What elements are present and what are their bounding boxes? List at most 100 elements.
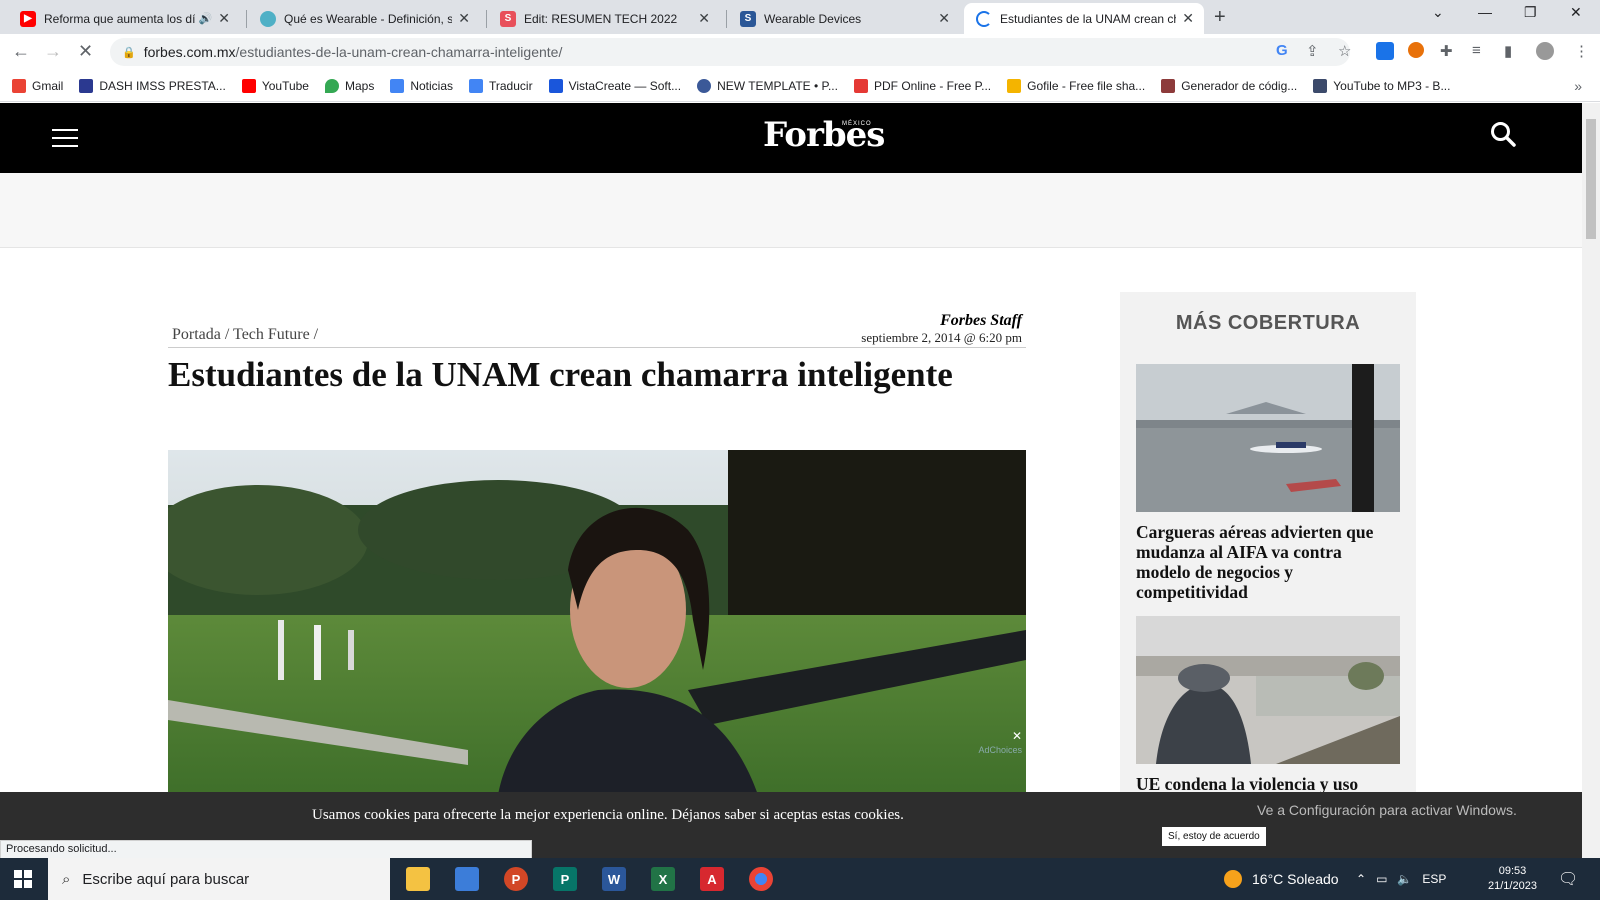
gofile-icon	[1007, 78, 1022, 93]
bookmark-label: Generador de códig...	[1181, 78, 1298, 93]
tab-youtube[interactable]: ▶ Reforma que aumenta los dí 🔊 ✕	[8, 3, 240, 34]
stop-icon[interactable]: ✕	[78, 41, 93, 62]
network-icon[interactable]: ▭	[1376, 872, 1387, 886]
back-icon[interactable]: ←	[12, 41, 30, 62]
close-icon[interactable]: ✕	[1182, 10, 1194, 27]
puzzle-icon[interactable]: ✚	[1440, 42, 1453, 60]
bookmark-label: YouTube	[261, 78, 309, 93]
weather-widget[interactable]: 16°C Soleado	[1224, 858, 1339, 900]
lock-icon[interactable]: 🔒	[122, 46, 136, 59]
bookmark-pdf-online[interactable]: PDF Online - Free P...	[853, 78, 991, 93]
bookmark-noticias[interactable]: Noticias	[390, 78, 453, 93]
bookmark-label: Gmail	[32, 78, 64, 93]
clock-date: 21/1/2023	[1488, 880, 1537, 892]
bookmark-traducir[interactable]: Traducir	[469, 78, 533, 93]
bookmarks-more-icon[interactable]: »	[1574, 78, 1582, 94]
tab-search-icon[interactable]: ⌄	[1432, 4, 1444, 21]
tab-forbes-active[interactable]: Estudiantes de la UNAM crean ch ✕	[964, 3, 1204, 34]
tab-wearable-devices[interactable]: S Wearable Devices ✕	[728, 3, 960, 34]
volume-icon[interactable]: 🔈	[1397, 872, 1412, 886]
more-coverage-sidebar: MÁS COBERTURA Cargueras aéreas advierten…	[1120, 292, 1416, 812]
bookmark-maps[interactable]: Maps	[324, 78, 374, 93]
restore-icon[interactable]: ❐	[1524, 4, 1537, 21]
input-language[interactable]: ESP	[1422, 872, 1446, 886]
bookmark-label: VistaCreate — Soft...	[568, 78, 682, 93]
page-scrollbar[interactable]	[1582, 103, 1600, 858]
sidebar-title: MÁS COBERTURA	[1175, 312, 1361, 334]
author-name[interactable]: Forbes Staff	[861, 312, 1022, 330]
bookmark-star-icon[interactable]: ☆	[1338, 42, 1351, 60]
story-thumbnail[interactable]	[1136, 616, 1400, 764]
bookmark-dash-imss[interactable]: DASH IMSS PRESTA...	[79, 78, 226, 93]
vistacreate-icon	[548, 78, 563, 93]
tab-title: Wearable Devices	[764, 11, 862, 26]
bookmark-vistacreate[interactable]: VistaCreate — Soft...	[548, 78, 682, 93]
extension-icon[interactable]	[1408, 42, 1424, 58]
word-icon[interactable]: W	[602, 867, 626, 891]
bookmark-new-template[interactable]: NEW TEMPLATE • P...	[697, 78, 838, 93]
tab-title: Reforma que aumenta los dí	[44, 11, 195, 26]
publisher-icon[interactable]: P	[553, 867, 577, 891]
article-headline: Estudiantes de la UNAM crean chamarra in…	[168, 355, 953, 394]
sidebar-story[interactable]: UE condena la violencia y uso	[1136, 616, 1400, 794]
hamburger-menu-icon[interactable]	[52, 129, 78, 153]
clock[interactable]: 09:53 21/1/2023	[1488, 858, 1537, 900]
ad-choices-label[interactable]: AdChoices	[978, 745, 1022, 755]
cookie-message: Usamos cookies para ofrecerte la mejor e…	[312, 807, 904, 823]
close-icon[interactable]: ✕	[218, 10, 230, 27]
close-icon[interactable]: ✕	[458, 10, 470, 27]
story-thumbnail[interactable]	[1136, 364, 1400, 512]
extension-new-icon[interactable]	[1376, 42, 1394, 60]
new-tab-button[interactable]: +	[1214, 6, 1226, 29]
powerpoint-icon[interactable]: P	[504, 867, 528, 891]
bookmark-label: Gofile - Free file sha...	[1027, 78, 1146, 93]
breadcrumb[interactable]: Portada / Tech Future /	[172, 326, 318, 344]
profile-avatar[interactable]	[1536, 42, 1554, 60]
tab-wearable-definicion[interactable]: Qué es Wearable - Definición, sig ✕	[248, 3, 480, 34]
menu-dots-icon[interactable]: ⋮	[1574, 42, 1589, 60]
acrobat-icon[interactable]: A	[700, 867, 724, 891]
taskbar-search[interactable]: ⌕ Escribe aquí para buscar	[48, 858, 390, 900]
close-icon[interactable]: ✕	[698, 10, 710, 27]
search-icon: ⌕	[62, 870, 71, 888]
system-tray-icons[interactable]: ⌃ ▭ 🔈 ESP	[1356, 858, 1446, 900]
file-explorer-icon[interactable]	[406, 867, 430, 891]
story-headline[interactable]: UE condena la violencia y uso	[1136, 774, 1400, 794]
side-panel-icon[interactable]: ▮	[1504, 42, 1512, 60]
share-icon[interactable]: ⇪	[1306, 42, 1319, 60]
minimize-icon[interactable]: —	[1478, 4, 1492, 20]
bookmark-youtube-mp3[interactable]: YouTube to MP3 - B...	[1313, 78, 1450, 93]
ad-close-icon[interactable]: ✕	[1012, 729, 1022, 743]
accept-cookies-button[interactable]: Sí, estoy de acuerdo	[1162, 827, 1266, 846]
loading-icon	[976, 10, 992, 27]
browser-tab-strip: ▶ Reforma que aumenta los dí 🔊 ✕ Qué es …	[0, 0, 1600, 34]
store-icon[interactable]	[455, 867, 479, 891]
close-icon[interactable]: ✕	[938, 10, 950, 27]
chevron-up-icon[interactable]: ⌃	[1356, 872, 1366, 886]
sidebar-story[interactable]: Cargueras aéreas advierten que mudanza a…	[1136, 364, 1400, 602]
site-search-icon[interactable]	[1490, 121, 1516, 154]
bookmark-label: DASH IMSS PRESTA...	[99, 78, 226, 93]
chrome-icon[interactable]	[749, 867, 773, 891]
audio-icon[interactable]: 🔊	[199, 12, 213, 25]
youtube-icon: ▶	[20, 10, 36, 27]
tab-resumen-tech[interactable]: S Edit: RESUMEN TECH 2022 ✕	[488, 3, 720, 34]
bookmark-youtube[interactable]: YouTube	[241, 78, 309, 93]
media-icon[interactable]: ≡	[1472, 42, 1481, 59]
notifications-icon[interactable]: 🗨	[1558, 858, 1578, 900]
bookmark-gofile[interactable]: Gofile - Free file sha...	[1007, 78, 1146, 93]
scrollbar-thumb[interactable]	[1586, 119, 1596, 239]
site-header: Forbes MÉXICO	[0, 103, 1582, 173]
gmail-icon	[12, 78, 26, 93]
bookmark-generador[interactable]: Generador de códig...	[1161, 78, 1298, 93]
window-close-icon[interactable]: ✕	[1570, 4, 1582, 21]
windows-start-icon[interactable]	[14, 870, 32, 888]
logo-subtitle: MÉXICO	[842, 121, 872, 127]
forward-icon[interactable]: →	[44, 41, 62, 62]
tab-title: Qué es Wearable - Definición, sig	[284, 11, 453, 26]
google-icon[interactable]: G	[1276, 42, 1288, 59]
story-headline[interactable]: Cargueras aéreas advierten que mudanza a…	[1136, 522, 1400, 602]
excel-icon[interactable]: X	[651, 867, 675, 891]
bookmark-gmail[interactable]: Gmail	[12, 78, 64, 93]
address-bar[interactable]: 🔒 forbes.com.mx/estudiantes-de-la-unam-c…	[110, 38, 1350, 66]
